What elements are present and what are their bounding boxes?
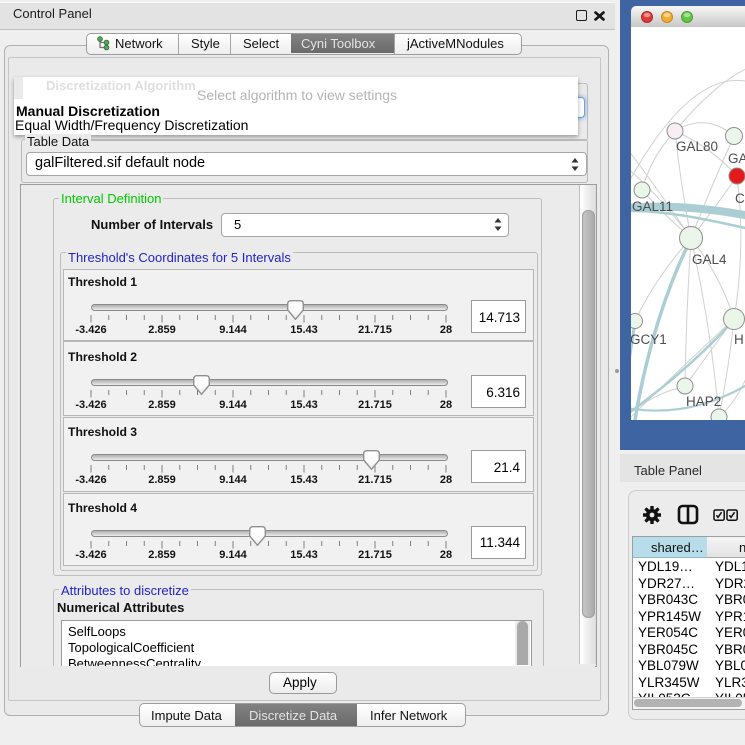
svg-text:GAL11: GAL11: [632, 199, 673, 214]
svg-text:GAL2: GAL2: [728, 151, 745, 166]
svg-text:HAP2: HAP2: [686, 394, 721, 409]
svg-text:HIS4: HIS4: [734, 332, 745, 347]
svg-text:GAL4: GAL4: [692, 252, 727, 267]
svg-text:GCY1: GCY1: [631, 332, 667, 347]
svg-text:GAL80: GAL80: [676, 139, 718, 154]
svg-text:CLN1: CLN1: [735, 191, 745, 206]
